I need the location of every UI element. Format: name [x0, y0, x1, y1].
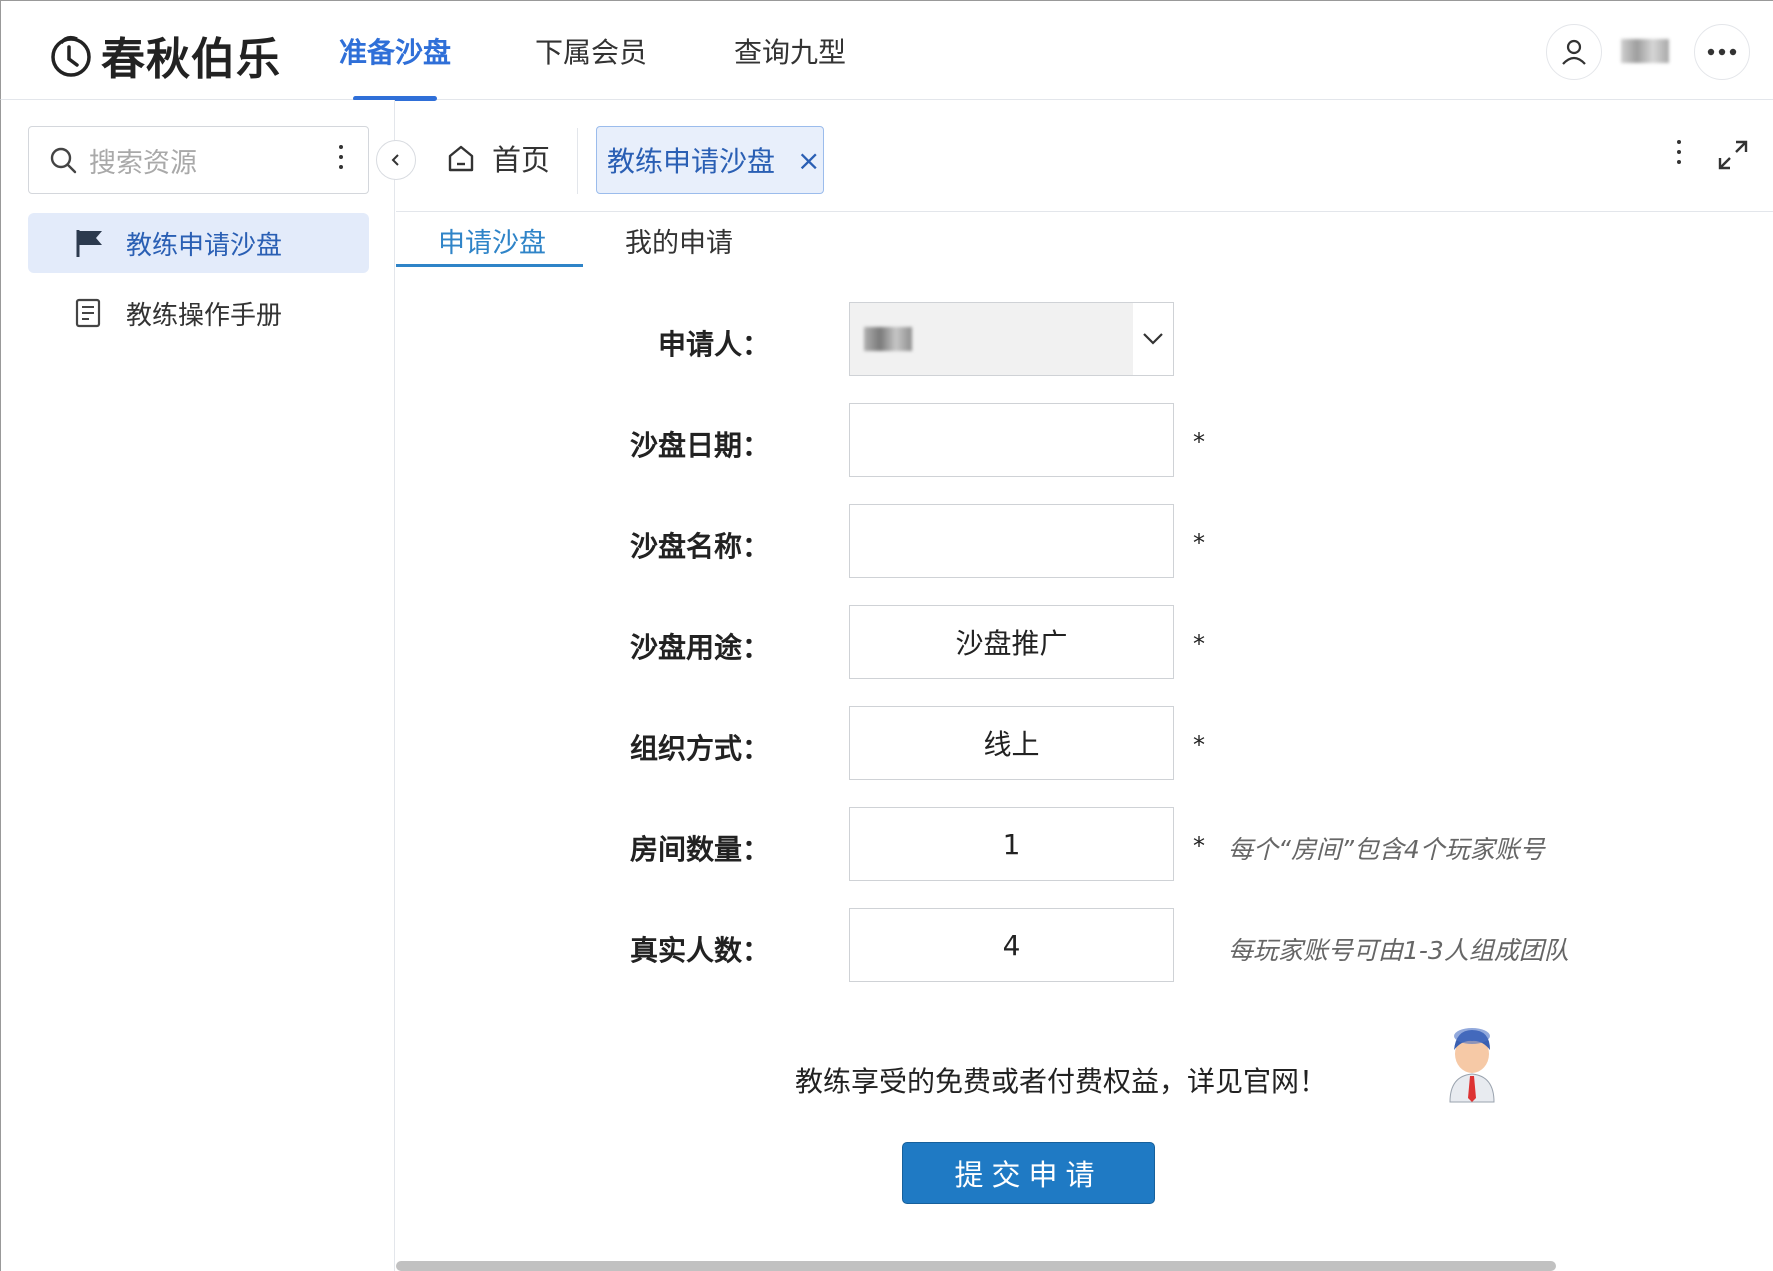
required-mark: *: [1193, 529, 1205, 557]
logo-icon: [51, 35, 91, 77]
sandbox-purpose-label: 沙盘用途：: [629, 631, 770, 664]
tab-more-icon[interactable]: [1677, 140, 1681, 164]
benefits-notice: 教练享受的免费或者付费权益，详见官网！: [795, 1065, 1328, 1098]
search-icon: [50, 147, 77, 174]
sandbox-date-label: 沙盘日期：: [629, 429, 770, 462]
subtab-label: 我的申请: [625, 227, 733, 259]
page-tab-bar: 首页 教练申请沙盘 ×: [396, 100, 1773, 212]
user-icon: [1562, 39, 1586, 65]
organization-method-label: 组织方式：: [629, 732, 770, 765]
real-people-field[interactable]: 4: [849, 908, 1174, 982]
required-mark: *: [1193, 731, 1205, 759]
nav-label: 下属会员: [535, 36, 648, 69]
sandbox-date-field[interactable]: [849, 403, 1174, 477]
tab-label: 教练申请沙盘: [607, 145, 776, 178]
home-icon: [448, 145, 474, 172]
top-navigation-bar: 春秋伯乐 准备沙盘 下属会员 查询九型: [0, 0, 1773, 101]
flag-icon: [72, 227, 104, 259]
nav-label: 准备沙盘: [339, 36, 452, 69]
room-count-field[interactable]: 1: [849, 807, 1174, 881]
applicant-select[interactable]: [849, 302, 1174, 376]
close-icon[interactable]: ×: [797, 144, 820, 177]
nav-subordinate-members[interactable]: 下属会员: [535, 1, 647, 101]
nav-label: 查询九型: [734, 36, 847, 69]
fullscreen-icon[interactable]: [1716, 138, 1750, 172]
tab-divider: [577, 128, 578, 194]
sandbox-purpose-field[interactable]: 沙盘推广: [849, 605, 1174, 679]
sidebar: 搜索资源 教练申请沙盘 教练操作手册: [0, 100, 395, 1271]
subtab-my-applications[interactable]: 我的申请: [625, 212, 733, 268]
tab-coach-apply-sandbox[interactable]: 教练申请沙盘 ×: [596, 126, 824, 194]
username-redacted: [1621, 39, 1669, 63]
tab-home[interactable]: 首页: [446, 128, 550, 188]
user-avatar-icon: [1449, 1028, 1495, 1103]
sub-tab-bar: 申请沙盘 我的申请: [396, 212, 1773, 268]
required-mark: *: [1193, 630, 1205, 658]
search-placeholder: 搜索资源: [89, 147, 197, 179]
search-more-icon[interactable]: [339, 145, 343, 169]
more-options-button[interactable]: [1694, 24, 1750, 80]
sidebar-item-label: 教练操作手册: [126, 300, 283, 331]
submit-application-button[interactable]: 提交申请: [902, 1142, 1155, 1204]
applicant-value-redacted: [864, 327, 912, 351]
horizontal-scrollbar[interactable]: [396, 1261, 1556, 1271]
room-count-label: 房间数量：: [629, 833, 770, 866]
sidebar-item-label: 教练申请沙盘: [126, 230, 283, 261]
resource-search-input[interactable]: 搜索资源: [28, 126, 369, 194]
tab-home-label: 首页: [492, 143, 551, 177]
required-mark: *: [1193, 428, 1205, 456]
chevron-down-icon: [1133, 303, 1173, 375]
logo-text: 春秋伯乐: [101, 34, 281, 85]
room-count-hint: 每个“房间”包含4个玩家账号: [1228, 835, 1545, 864]
user-avatar-button[interactable]: [1546, 24, 1602, 80]
nav-query-enneagram[interactable]: 查询九型: [734, 1, 846, 101]
subtab-apply-sandbox[interactable]: 申请沙盘: [438, 212, 546, 268]
more-horizontal-icon: [1707, 48, 1737, 56]
nav-prepare-sandbox[interactable]: 准备沙盘: [339, 1, 451, 101]
required-mark: *: [1193, 832, 1205, 860]
sandbox-name-label: 沙盘名称：: [629, 530, 770, 563]
logo[interactable]: 春秋伯乐: [47, 23, 281, 87]
real-people-label: 真实人数：: [629, 934, 770, 967]
organization-method-field[interactable]: 线上: [849, 706, 1174, 780]
applicant-label: 申请人：: [657, 328, 770, 361]
document-icon: [72, 297, 104, 329]
subtab-label: 申请沙盘: [438, 227, 546, 259]
sidebar-item-coach-manual[interactable]: 教练操作手册: [28, 283, 369, 343]
sidebar-item-coach-apply-sandbox[interactable]: 教练申请沙盘: [28, 213, 369, 273]
active-subtab-indicator: [396, 264, 583, 267]
real-people-hint: 每玩家账号可由1-3人组成团队: [1228, 936, 1569, 965]
sandbox-name-field[interactable]: [849, 504, 1174, 578]
